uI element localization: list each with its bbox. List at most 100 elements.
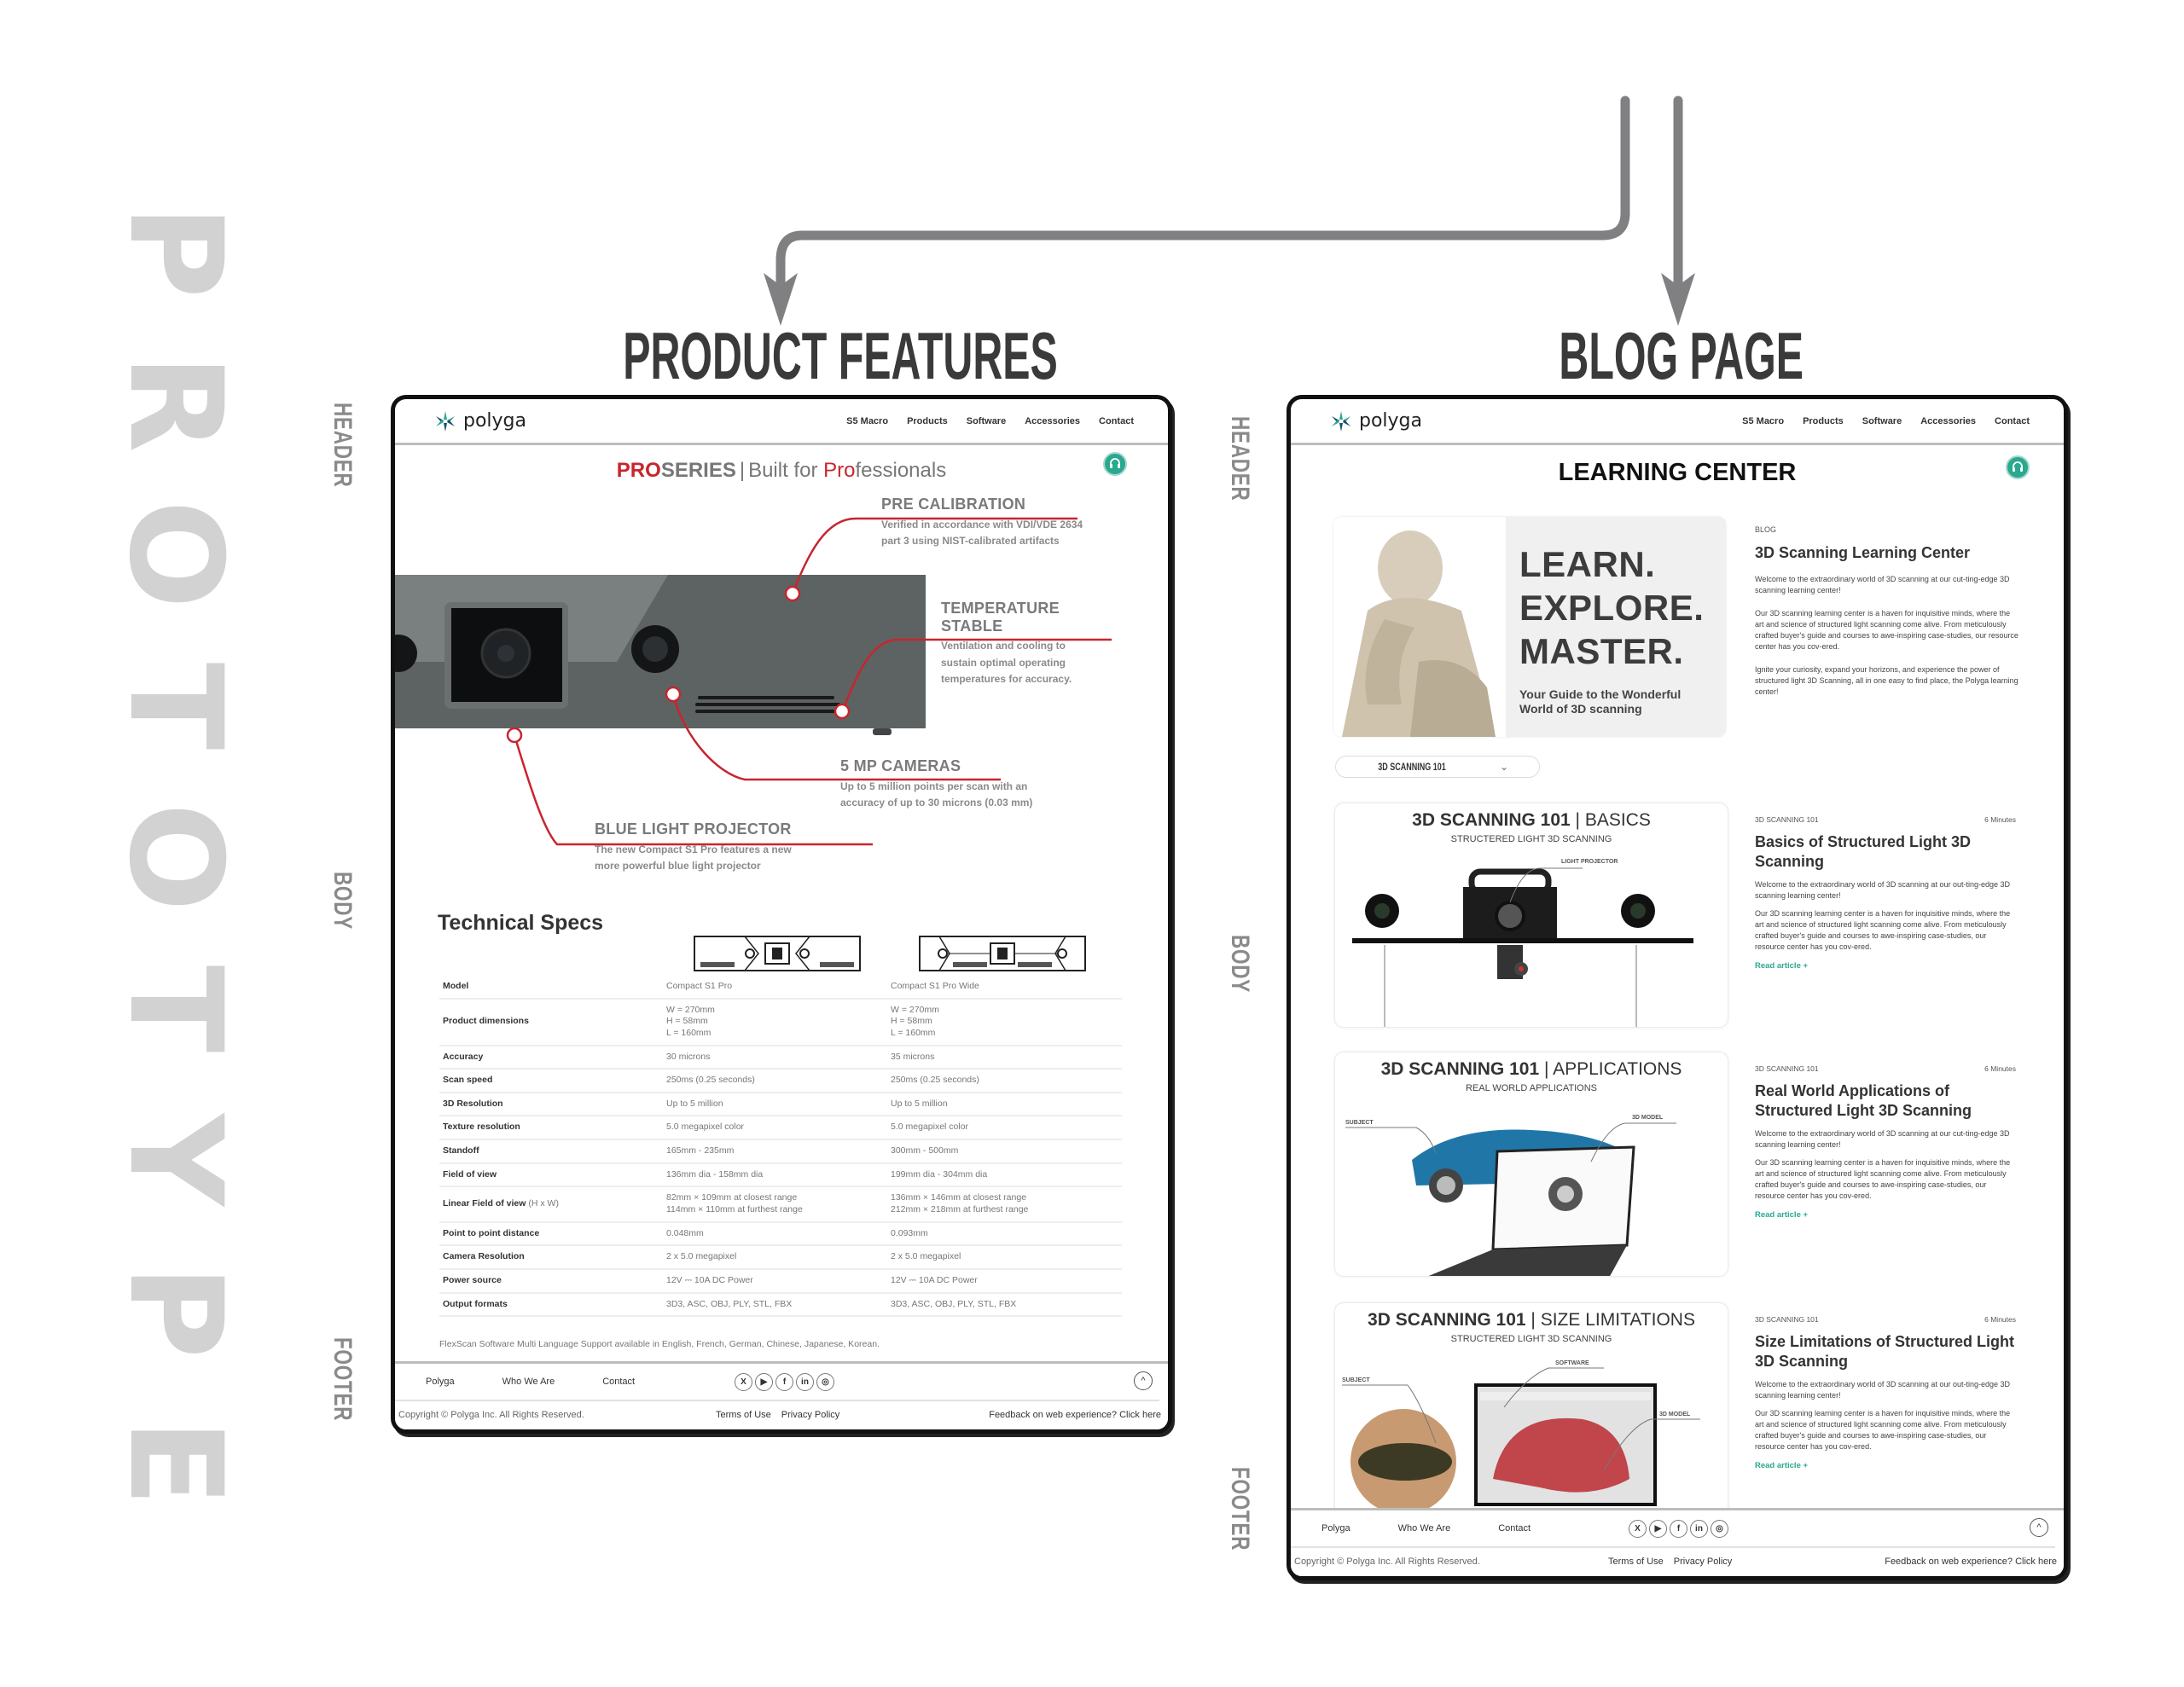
callout-title: PRE CALIBRATION: [881, 496, 1026, 513]
spec-label: 3D Resolution: [439, 1092, 663, 1117]
prototype-letter: O: [101, 803, 249, 912]
spec-label: Product dimensions: [439, 998, 663, 1046]
article-title[interactable]: Real World Applications of Structured Li…: [1755, 1081, 2016, 1122]
article-summary: 3D SCANNING 101 6 Minutes Real World Appl…: [1755, 1064, 2016, 1221]
specs-row: Texture resolution 5.0 megapixel color 5.0…: [439, 1116, 1122, 1141]
spec-label: Camera Resolution: [439, 1245, 663, 1270]
spec-value-s1-pro: Compact S1 Pro: [663, 976, 887, 1000]
footer-link-polyga[interactable]: Polyga: [426, 1377, 455, 1387]
read-article-link[interactable]: Read article +: [1755, 1210, 1808, 1220]
article-title[interactable]: Size Limitations of Structured Light 3D …: [1755, 1332, 2016, 1372]
prototype-letter: E: [101, 1418, 249, 1507]
logo[interactable]: polyga: [1328, 409, 1422, 433]
linkedin-icon[interactable]: in: [796, 1373, 814, 1391]
x-icon[interactable]: X: [1629, 1520, 1647, 1538]
label-footer-right: FOOTER: [1226, 1467, 1254, 1551]
arrow-to-product-features: [775, 96, 1630, 295]
facebook-icon[interactable]: f: [1670, 1520, 1687, 1538]
specs-row: Scan speed 250ms (0.25 seconds) 250ms (0.2…: [439, 1069, 1122, 1093]
spec-value-s1-pro-wide: 3D3, ASC, OBJ, PLY, STL, FBX: [887, 1292, 1122, 1318]
spec-value-s1-pro-wide: 0.093mm: [887, 1221, 1122, 1247]
blog-tag: BLOG: [1755, 525, 1777, 534]
article-read-time: 6 Minutes: [1984, 1064, 2016, 1073]
footer-link-contact[interactable]: Contact: [602, 1377, 635, 1387]
footer-link-polyga[interactable]: Polyga: [1321, 1523, 1350, 1533]
read-article-link[interactable]: Read article +: [1755, 961, 1808, 971]
article-category: 3D SCANNING 101: [1755, 1315, 1819, 1324]
specs-row: Model Compact S1 Pro Compact S1 Pro Wide: [439, 976, 1122, 1000]
terms-link[interactable]: Terms of Use: [716, 1410, 771, 1420]
3d-model-label: 3D MODEL: [1659, 1412, 1691, 1417]
spec-value-s1-pro-wide: 2 x 5.0 megapixel: [887, 1245, 1122, 1270]
article-category: 3D SCANNING 101: [1755, 1064, 1819, 1073]
footer-link-contact[interactable]: Contact: [1498, 1523, 1531, 1533]
logo-text: polyga: [1359, 410, 1423, 432]
footer-link-who-we-are[interactable]: Who We Are: [502, 1377, 555, 1387]
prototype-letter: O: [101, 500, 249, 609]
x-icon[interactable]: X: [735, 1373, 752, 1391]
feedback-link[interactable]: Feedback on web experience? Click here: [1885, 1557, 2057, 1567]
youtube-icon[interactable]: ▶: [755, 1373, 773, 1391]
prototype-letter: P: [101, 1264, 249, 1359]
article-paragraph: Welcome to the extraordinary world of 3D…: [1755, 1379, 2010, 1400]
read-article-link[interactable]: Read article +: [1755, 1461, 1808, 1470]
nav-products[interactable]: Products: [1803, 416, 1844, 426]
feedback-link[interactable]: Feedback on web experience? Click here: [989, 1410, 1161, 1420]
footer-link-who-we-are[interactable]: Who We Are: [1398, 1523, 1451, 1533]
hero-subtitle: Your Guide to the Wonderful World of 3D s…: [1519, 687, 1682, 716]
spec-value-s1-pro: Up to 5 million: [663, 1092, 887, 1117]
subject-label: SUBJECT: [1345, 1120, 1374, 1126]
article-paragraph: Welcome to the extraordinary world of 3D…: [1755, 879, 2010, 900]
hero-line-master: MASTER.: [1519, 631, 1684, 672]
spec-value-s1-pro-wide: 300mm - 500mm: [887, 1139, 1122, 1164]
privacy-link[interactable]: Privacy Policy: [781, 1410, 839, 1420]
article-card-image[interactable]: 3D SCANNING 101 | APPLICATIONS REAL WORL…: [1335, 1052, 1728, 1276]
back-to-top-button[interactable]: ^: [1134, 1371, 1153, 1390]
nav-accessories[interactable]: Accessories: [1920, 416, 1976, 426]
specs-row: Product dimensions W = 270mm H = 58mm L =…: [439, 998, 1122, 1046]
callout-temperature-stable: TEMPERATURE STABLE Ventilation and coolin…: [941, 600, 1072, 687]
callout-text: Ventilation and cooling to sustain optima…: [941, 640, 1072, 685]
label-header-right: HEADER: [1226, 416, 1254, 501]
blog-intro: BLOG 3D Scanning Learning Center Welcome…: [1755, 525, 2019, 698]
nav-software[interactable]: Software: [1862, 416, 1902, 426]
terms-link[interactable]: Terms of Use: [1608, 1557, 1664, 1567]
card-subtitle: STRUCTERED LIGHT 3D SCANNING: [1450, 1334, 1612, 1344]
subject-label: SUBJECT: [1342, 1377, 1370, 1383]
article-paragraph: Welcome to the extraordinary world of 3D…: [1755, 1128, 2010, 1149]
nav-s5-macro[interactable]: S5 Macro: [1742, 416, 1784, 426]
article-title[interactable]: Basics of Structured Light 3D Scanning: [1755, 832, 2016, 872]
blog-intro-paragraph: Ignite your curiosity, expand your horiz…: [1755, 665, 2018, 697]
article-card-image[interactable]: 3D SCANNING 101 | SIZE LIMITATIONS STRUC…: [1335, 1303, 1728, 1516]
facebook-icon[interactable]: f: [775, 1373, 793, 1391]
back-to-top-button[interactable]: ^: [2030, 1518, 2048, 1537]
instagram-icon[interactable]: ◎: [816, 1373, 834, 1391]
spec-label: Model: [439, 976, 663, 1000]
spec-value-s1-pro: 3D3, ASC, OBJ, PLY, STL, FBX: [663, 1292, 887, 1318]
article-card-image[interactable]: 3D SCANNING 101 | BASICS STRUCTERED LIGH…: [1335, 803, 1728, 1027]
3d-model-label: 3D MODEL: [1632, 1115, 1664, 1121]
spec-value-s1-pro-wide: 250ms (0.25 seconds): [887, 1069, 1122, 1093]
linkedin-icon[interactable]: in: [1690, 1520, 1708, 1538]
learning-center-title: LEARNING CENTER: [1558, 459, 1797, 486]
blog-page-mockup: polyga S5 Macro Products Software Access…: [1287, 395, 2068, 1580]
youtube-icon[interactable]: ▶: [1649, 1520, 1667, 1538]
spec-value-s1-pro-wide: 199mm dia - 304mm dia: [887, 1162, 1122, 1188]
site-header: polyga S5 Macro Products Software Access…: [1291, 399, 2064, 445]
hero-line-explore: EXPLORE.: [1519, 588, 1705, 629]
spec-value-s1-pro-wide: 12V ⎓ 10A DC Power: [887, 1268, 1122, 1294]
spec-label: Power source: [439, 1268, 663, 1294]
spec-value-s1-pro: 136mm dia - 158mm dia: [663, 1162, 887, 1188]
category-dropdown[interactable]: 3D SCANNING 101 ⌄: [1335, 756, 1540, 778]
card-title: 3D SCANNING 101 | APPLICATIONS: [1380, 1059, 1682, 1079]
chevron-down-icon: ⌄: [1499, 761, 1509, 773]
nav-contact[interactable]: Contact: [1995, 416, 2030, 426]
instagram-icon[interactable]: ◎: [1711, 1520, 1728, 1538]
spec-label: Standoff: [439, 1139, 663, 1164]
spec-label: Field of view: [439, 1162, 663, 1188]
spec-value-s1-pro: 12V ⎓ 10A DC Power: [663, 1268, 887, 1294]
product-features-mockup: polyga S5 Macro Products Software Access…: [391, 395, 1172, 1434]
category-dropdown-value: 3D SCANNING 101: [1378, 761, 1446, 773]
spec-value-s1-pro: 82mm × 109mm at closest range 114mm × 11…: [663, 1186, 887, 1223]
privacy-link[interactable]: Privacy Policy: [1674, 1557, 1732, 1567]
